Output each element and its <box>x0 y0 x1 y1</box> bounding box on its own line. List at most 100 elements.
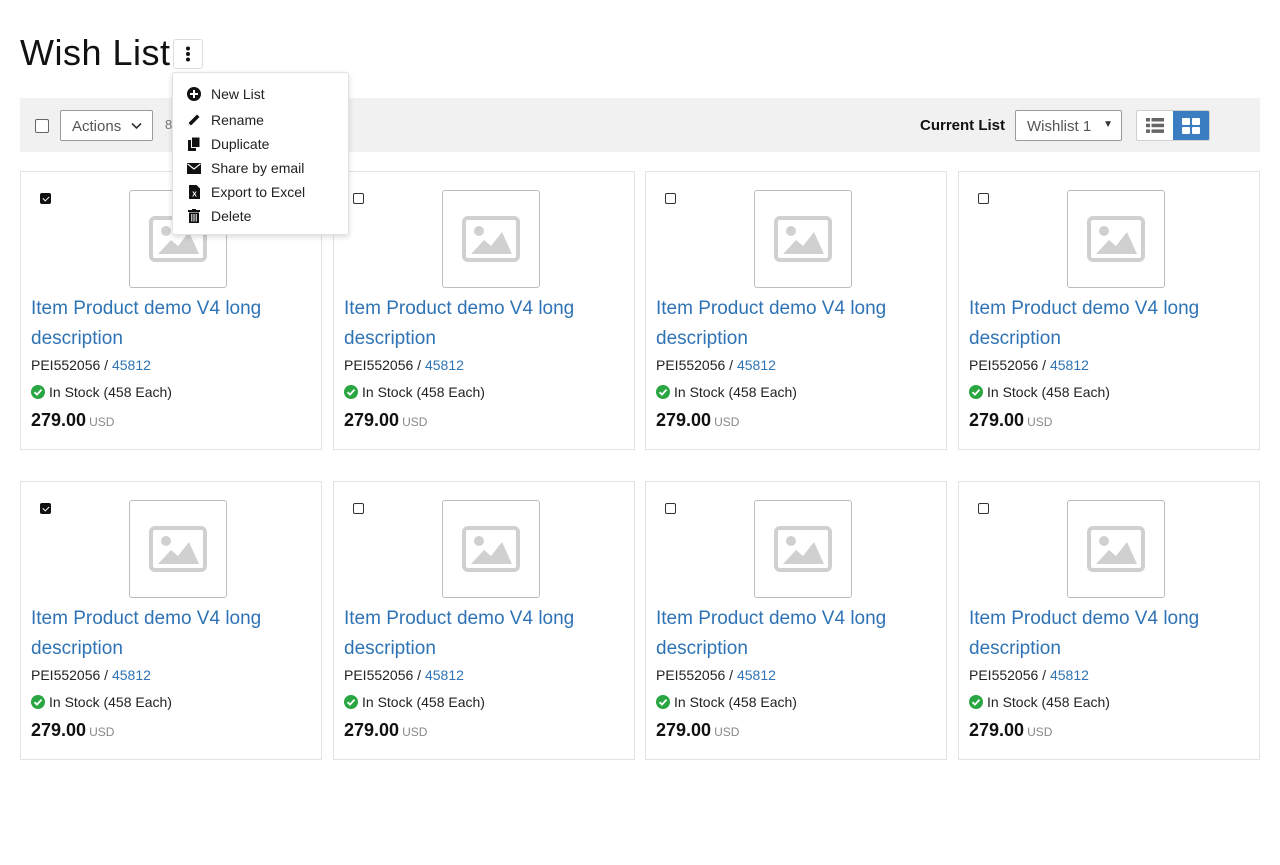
menu-item-label: Export to Excel <box>211 184 306 200</box>
product-card: Item Product demo V4 long description PEI… <box>645 481 947 760</box>
product-title-link[interactable]: Item Product demo V4 long description <box>656 294 936 354</box>
product-image[interactable] <box>754 500 852 598</box>
product-card: Item Product demo V4 long description PEI… <box>333 171 635 450</box>
sku-link[interactable]: 45812 <box>737 667 776 683</box>
sku-link[interactable]: 45812 <box>425 667 464 683</box>
chevron-down-icon <box>131 122 142 130</box>
stock-text: In Stock (458 Each) <box>674 694 797 710</box>
sku-link[interactable]: 45812 <box>1050 667 1089 683</box>
price-currency: USD <box>89 725 115 739</box>
product-title-link[interactable]: Item Product demo V4 long description <box>31 604 311 664</box>
stock-status: In Stock (458 Each) <box>656 694 797 710</box>
product-title-link[interactable]: Item Product demo V4 long description <box>31 294 311 354</box>
product-sku: PEI552056 / 45812 <box>344 357 464 373</box>
image-placeholder-icon <box>774 526 832 572</box>
price-currency: USD <box>714 415 740 429</box>
check-circle-icon <box>31 385 45 399</box>
product-sku: PEI552056 / 45812 <box>969 357 1089 373</box>
product-card: Item Product demo V4 long description PEI… <box>958 171 1260 450</box>
product-title-link[interactable]: Item Product demo V4 long description <box>969 604 1249 664</box>
product-select-checkbox[interactable] <box>40 193 51 204</box>
actions-label: Actions <box>72 118 122 135</box>
stock-text: In Stock (458 Each) <box>362 384 485 400</box>
price-value: 279.00 <box>969 720 1025 740</box>
stock-status: In Stock (458 Each) <box>31 694 172 710</box>
sku-link[interactable]: 45812 <box>1050 357 1089 373</box>
menu-item-delete[interactable]: Delete <box>173 204 348 228</box>
trash-icon <box>186 208 202 224</box>
sku-link[interactable]: 45812 <box>112 357 151 373</box>
product-title-link[interactable]: Item Product demo V4 long description <box>344 604 624 664</box>
product-price: 279.00 USD <box>656 720 739 741</box>
product-image[interactable] <box>754 190 852 288</box>
product-image[interactable] <box>1067 190 1165 288</box>
price-currency: USD <box>89 415 115 429</box>
product-select-checkbox[interactable] <box>40 503 51 514</box>
menu-item-label: Duplicate <box>211 136 270 152</box>
sku-link[interactable]: 45812 <box>737 357 776 373</box>
sku-code: PEI552056 <box>344 667 414 683</box>
product-select-checkbox[interactable] <box>978 193 989 204</box>
product-title-link[interactable]: Item Product demo V4 long description <box>344 294 624 354</box>
menu-item-label: Rename <box>211 112 264 128</box>
stock-status: In Stock (458 Each) <box>344 384 485 400</box>
price-value: 279.00 <box>344 410 400 430</box>
price-value: 279.00 <box>344 720 400 740</box>
price-value: 279.00 <box>656 410 712 430</box>
menu-item-duplicate[interactable]: Duplicate <box>173 132 348 156</box>
product-price: 279.00 USD <box>656 410 739 431</box>
stock-text: In Stock (458 Each) <box>49 694 172 710</box>
list-view-button[interactable] <box>1137 111 1173 140</box>
grid-view-button[interactable] <box>1173 111 1209 140</box>
list-options-button[interactable] <box>173 39 203 69</box>
product-price: 279.00 USD <box>344 720 427 741</box>
sku-code: PEI552056 <box>31 357 101 373</box>
price-currency: USD <box>714 725 740 739</box>
product-select-checkbox[interactable] <box>353 503 364 514</box>
list-options-menu: New List Rename Duplicate Share by email… <box>172 72 349 235</box>
price-currency: USD <box>402 415 428 429</box>
product-card: Item Product demo V4 long description PEI… <box>20 481 322 760</box>
product-price: 279.00 USD <box>969 410 1052 431</box>
stock-text: In Stock (458 Each) <box>674 384 797 400</box>
product-card: Item Product demo V4 long description PEI… <box>645 171 947 450</box>
stock-text: In Stock (458 Each) <box>987 384 1110 400</box>
product-title-link[interactable]: Item Product demo V4 long description <box>656 604 936 664</box>
product-select-checkbox[interactable] <box>353 193 364 204</box>
kebab-menu-icon <box>186 46 190 62</box>
sku-link[interactable]: 45812 <box>112 667 151 683</box>
product-select-checkbox[interactable] <box>665 193 676 204</box>
product-price: 279.00 USD <box>31 720 114 741</box>
product-price: 279.00 USD <box>31 410 114 431</box>
product-title-link[interactable]: Item Product demo V4 long description <box>969 294 1249 354</box>
actions-dropdown[interactable]: Actions <box>60 110 153 141</box>
product-image[interactable] <box>442 500 540 598</box>
price-currency: USD <box>402 725 428 739</box>
product-sku: PEI552056 / 45812 <box>31 667 151 683</box>
product-image[interactable] <box>1067 500 1165 598</box>
check-circle-icon <box>656 695 670 709</box>
caret-down-icon: ▼ <box>1103 119 1113 130</box>
sku-link[interactable]: 45812 <box>425 357 464 373</box>
price-value: 279.00 <box>31 720 87 740</box>
stock-text: In Stock (458 Each) <box>987 694 1110 710</box>
menu-item-export-excel[interactable]: X Export to Excel <box>173 180 348 204</box>
stock-status: In Stock (458 Each) <box>344 694 485 710</box>
price-value: 279.00 <box>656 720 712 740</box>
product-image[interactable] <box>129 500 227 598</box>
menu-item-rename[interactable]: Rename <box>173 108 348 132</box>
product-image[interactable] <box>442 190 540 288</box>
product-select-checkbox[interactable] <box>665 503 676 514</box>
current-list-label: Current List <box>920 117 1006 134</box>
menu-item-share-email[interactable]: Share by email <box>173 156 348 180</box>
check-circle-icon <box>656 385 670 399</box>
current-list-select[interactable]: Wishlist 1 ▼ <box>1015 110 1122 141</box>
sku-code: PEI552056 <box>656 357 726 373</box>
select-all-checkbox[interactable] <box>35 119 49 133</box>
product-select-checkbox[interactable] <box>978 503 989 514</box>
menu-item-new-list[interactable]: New List <box>173 82 348 106</box>
product-sku: PEI552056 / 45812 <box>969 667 1089 683</box>
plus-circle-icon <box>186 86 202 102</box>
product-sku: PEI552056 / 45812 <box>656 357 776 373</box>
stock-text: In Stock (458 Each) <box>362 694 485 710</box>
